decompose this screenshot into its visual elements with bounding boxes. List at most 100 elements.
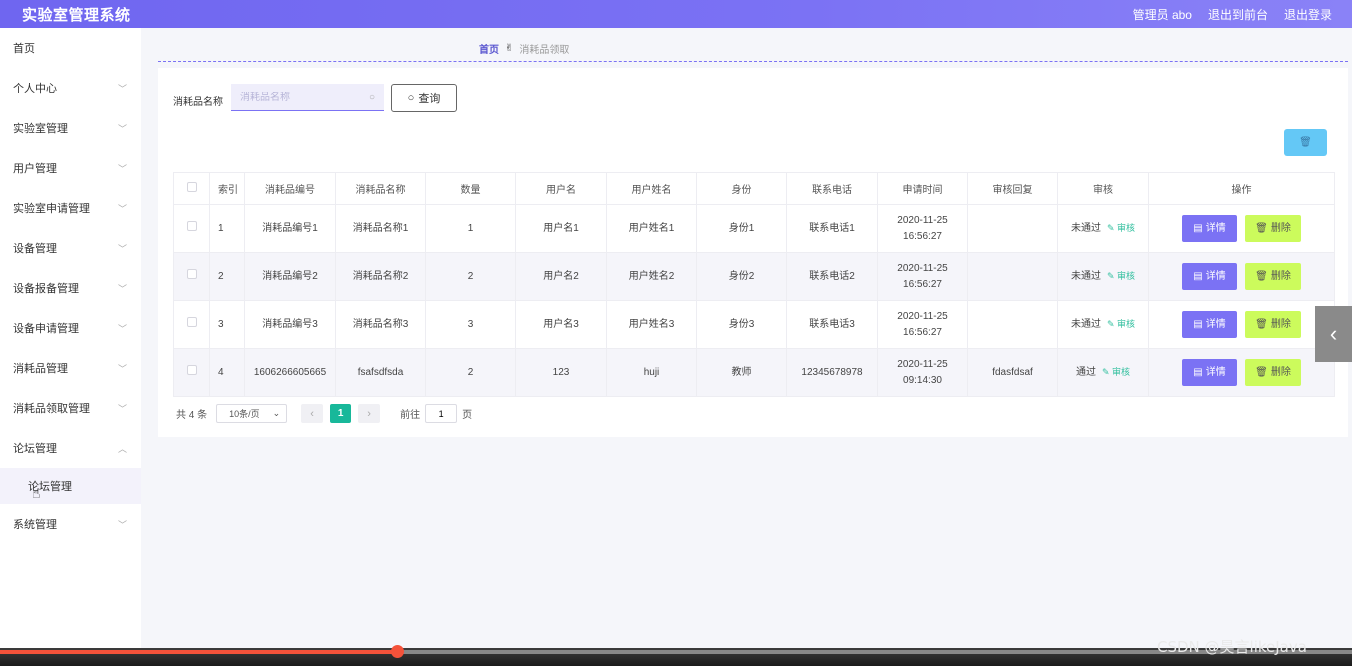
audit-status: 通过: [1075, 367, 1096, 378]
cell-realname: 用户姓名3: [606, 300, 697, 349]
sidebar-item[interactable]: 实验室管理 ﹀: [0, 108, 141, 148]
cell-index: 4: [209, 348, 245, 397]
document-icon: ▤: [1193, 318, 1203, 330]
delete-button-label: 删除: [1270, 366, 1291, 378]
hand-icon: ✌: [505, 43, 514, 54]
cell-qty: 1: [425, 204, 516, 253]
sidebar-item[interactable]: 消耗品管理 ﹀: [0, 348, 141, 388]
row-checkbox[interactable]: [186, 220, 197, 231]
cell-time: 2020-11-25 16:56:27: [877, 204, 968, 253]
sidebar-item[interactable]: 消耗品领取管理 ﹀: [0, 388, 141, 428]
goto-label: 前往: [400, 410, 421, 421]
detail-button-label: 详情: [1205, 366, 1226, 378]
cell-username: 用户名1: [515, 204, 607, 253]
edit-icon: ✎: [1106, 319, 1118, 329]
page-size-select[interactable]: 10条/页 ⌄: [216, 404, 288, 423]
sidebar-item[interactable]: 实验室申请管理 ﹀: [0, 188, 141, 228]
sidebar-item[interactable]: 设备报备管理 ﹀: [0, 268, 141, 308]
table-row: 4 1606266605665 fsafsdfsda 2 123 huji 教师 123456…: [173, 348, 1335, 397]
cell-name: fsafsdfsda: [335, 348, 426, 397]
sidebar-item[interactable]: 个人中心 ﹀: [0, 68, 141, 108]
chevron-right-icon: ›: [367, 407, 371, 420]
chevron-left-icon: ‹: [1329, 321, 1338, 346]
audit-link[interactable]: ✎ 审核: [1107, 319, 1135, 329]
detail-button[interactable]: ▤ 详情: [1182, 359, 1237, 386]
delete-button[interactable]: 🗑 删除: [1245, 263, 1301, 290]
cell-actions: ▤ 详情 🗑 删除: [1148, 300, 1335, 349]
row-select-cell: [173, 252, 210, 301]
table-row: 2 消耗品编号2 消耗品名称2 2 用户名2 用户姓名2 身份2 联系电话2 2020-11-2…: [173, 252, 1335, 301]
page-unit-label: 页: [462, 410, 473, 421]
breadcrumb-home[interactable]: 首页: [479, 41, 499, 56]
sidebar-item-label: 实验室管理: [13, 123, 68, 135]
sidebar-item-label: 设备申请管理: [13, 323, 79, 335]
search-input[interactable]: [240, 91, 360, 103]
sidebar-subitem-forum[interactable]: 论坛管理: [0, 468, 141, 504]
chevron-down-icon: ⌄: [272, 408, 281, 418]
batch-delete-button[interactable]: 🗑: [1284, 129, 1327, 156]
breadcrumb-current: 消耗品领取: [519, 45, 570, 56]
sidebar-item[interactable]: 首页: [0, 28, 141, 68]
audit-link[interactable]: ✎ 审核: [1102, 367, 1130, 377]
document-icon: ▤: [1193, 270, 1203, 282]
sidebar-item-label: 论坛管理: [13, 443, 57, 455]
chevron-icon: ﹀: [117, 203, 127, 214]
detail-button[interactable]: ▤ 详情: [1182, 311, 1237, 338]
breadcrumb: 首页 ✌ 消耗品领取: [479, 41, 569, 56]
chevron-icon: ﹀: [117, 243, 127, 254]
page-1-button[interactable]: 1: [330, 404, 352, 423]
cell-actions: ▤ 详情 🗑 删除: [1148, 204, 1335, 253]
cell-role: 身份3: [696, 300, 787, 349]
prev-page-button[interactable]: ‹: [301, 404, 324, 423]
sidebar-item-label: 系统管理: [13, 519, 57, 531]
detail-button[interactable]: ▤ 详情: [1182, 215, 1237, 242]
column-header: 申请时间: [877, 172, 968, 205]
chevron-left-icon: ‹: [310, 407, 314, 420]
delete-button-label: 删除: [1270, 270, 1291, 282]
detail-button[interactable]: ▤ 详情: [1182, 263, 1237, 290]
trash-icon: 🗑: [1255, 366, 1268, 378]
delete-button[interactable]: 🗑 删除: [1245, 215, 1301, 242]
row-checkbox[interactable]: [186, 268, 197, 279]
row-checkbox[interactable]: [186, 364, 197, 375]
side-panel-toggle[interactable]: ‹: [1315, 306, 1352, 362]
cell-name: 消耗品名称2: [335, 252, 426, 301]
edit-icon: ✎: [1106, 271, 1118, 281]
logout-link[interactable]: 退出登录: [1284, 6, 1332, 23]
video-progress-bar[interactable]: [0, 645, 1352, 666]
audit-link[interactable]: ✎ 审核: [1107, 271, 1135, 281]
sidebar-item[interactable]: 系统管理 ﹀: [0, 504, 141, 544]
column-header: 用户姓名: [606, 172, 697, 205]
cell-audit: 未通过 ✎ 审核: [1057, 300, 1149, 349]
content-card: 消耗品名称 ○ ○ 查询 🗑 索引消耗品编号消耗品名称数量用户名用户姓名身份联系…: [158, 68, 1348, 437]
sidebar-item[interactable]: 设备管理 ﹀: [0, 228, 141, 268]
sidebar-item-label: 首页: [13, 43, 35, 55]
cell-reply: fdasfdsaf: [967, 348, 1058, 397]
cell-audit: 未通过 ✎ 审核: [1057, 252, 1149, 301]
goto-page-input[interactable]: [425, 404, 458, 423]
sidebar-item[interactable]: 用户管理 ﹀: [0, 148, 141, 188]
progress-knob[interactable]: [391, 645, 405, 658]
cell-realname: 用户姓名1: [606, 204, 697, 253]
query-button[interactable]: ○ 查询: [391, 84, 457, 112]
cell-time: 2020-11-25 16:56:27: [877, 300, 968, 349]
trash-icon: 🗑: [1255, 222, 1268, 234]
sidebar-item[interactable]: 论坛管理 ︿: [0, 428, 141, 468]
cell-actions: ▤ 详情 🗑 删除: [1148, 252, 1335, 301]
cell-reply: [967, 300, 1058, 349]
next-page-button[interactable]: ›: [358, 404, 381, 423]
row-checkbox[interactable]: [186, 316, 197, 327]
sidebar-item[interactable]: 设备申请管理 ﹀: [0, 308, 141, 348]
search-field[interactable]: ○: [231, 84, 384, 111]
audit-link[interactable]: ✎ 审核: [1107, 223, 1135, 233]
watermark: CSDN @昊言likeJava: [1157, 638, 1307, 656]
delete-button[interactable]: 🗑 删除: [1245, 311, 1301, 338]
audit-link-label: 审核: [1117, 271, 1136, 281]
main-content: 首页 ✌ 消耗品领取 消耗品名称 ○ ○ 查询 🗑 索引消耗品编号消耗品名称数量…: [141, 28, 1352, 650]
back-to-front-link[interactable]: 退出到前台: [1208, 6, 1268, 23]
column-header: 索引: [209, 172, 245, 205]
cell-code: 1606266605665: [244, 348, 336, 397]
delete-button[interactable]: 🗑 删除: [1245, 359, 1301, 386]
column-header: 身份: [696, 172, 787, 205]
select-all-checkbox[interactable]: [186, 182, 197, 192]
